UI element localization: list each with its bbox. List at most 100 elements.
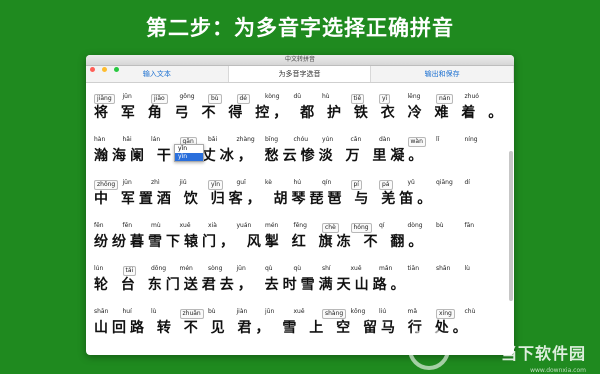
watermark-brand: 当下软件园 xyxy=(500,344,586,363)
window-title: 中文转拼音 xyxy=(284,56,315,63)
pinyin-row: zhōng jūn zhì jiǔ yǐn guī kè hú qín pí pá yǔ qiāng dí xyxy=(94,179,494,190)
pinyin-label: zhì xyxy=(151,179,160,186)
pinyin-row: shān huí lù zhuǎn bù jiàn jūn xuě shàng kōng liú mǎ… xyxy=(94,308,494,319)
pinyin-label: zhàng xyxy=(236,136,255,143)
minimize-window-button[interactable] xyxy=(102,67,108,72)
pinyin-label: mǎn xyxy=(379,265,393,272)
pinyin-label: bù xyxy=(436,222,444,229)
pinyin-label: mén xyxy=(179,265,193,272)
pinyin-select[interactable]: bù xyxy=(208,94,222,104)
pinyin-label: dū xyxy=(293,93,302,100)
pinyin-label: fēn xyxy=(122,222,133,229)
pinyin-label: xuě xyxy=(179,222,191,229)
pinyin-select[interactable]: chè xyxy=(322,223,339,233)
pinyin-label: bǎi xyxy=(208,136,218,143)
pinyin-select[interactable]: dé xyxy=(236,94,250,104)
pinyin-select[interactable]: shàng xyxy=(322,309,347,319)
page-headline: 第二步：为多音字选择正确拼音 xyxy=(146,16,454,40)
pinyin-label: lěng xyxy=(407,93,421,100)
pinyin-label: kòng xyxy=(265,93,280,100)
pinyin-option-popup[interactable]: yǐn yìn xyxy=(174,144,204,162)
pinyin-label: dòng xyxy=(407,222,423,229)
pinyin-label: kōng xyxy=(350,308,366,315)
pinyin-label: xuě xyxy=(293,308,305,315)
pinyin-label: fēng xyxy=(293,222,307,229)
pinyin-select[interactable]: zhōng xyxy=(94,180,119,190)
hanzi-row: 将 军 角 弓 不 得 控， 都 护 铁 衣 冷 难 着 。 xyxy=(94,105,507,121)
pinyin-label: jiàn xyxy=(236,308,248,315)
pinyin-label: chù xyxy=(464,308,476,315)
pinyin-label: chóu xyxy=(293,136,309,143)
pinyin-label: liú xyxy=(379,308,387,315)
pinyin-select[interactable]: jiǎo xyxy=(151,94,168,104)
pinyin-label: lù xyxy=(151,308,157,315)
pinyin-select[interactable]: hóng xyxy=(350,223,372,233)
pinyin-select[interactable]: pí xyxy=(350,180,362,190)
tab-output-save[interactable]: 输出和保存 xyxy=(371,66,514,82)
scrollbar[interactable] xyxy=(509,151,513,301)
pinyin-select[interactable]: yī xyxy=(379,94,391,104)
pinyin-select[interactable]: wàn xyxy=(407,137,426,147)
pinyin-label: zhuó xyxy=(464,93,479,100)
pinyin-label: tiān xyxy=(407,265,420,272)
hanzi-row: 轮 台 东门送君去， 去时雪满天山路。 xyxy=(94,277,409,293)
pinyin-select[interactable]: xíng xyxy=(436,309,455,319)
pinyin-label: xià xyxy=(208,222,217,229)
pinyin-select[interactable]: zhuǎn xyxy=(179,309,204,319)
pinyin-label: bù xyxy=(208,308,216,315)
tab-choose-pinyin[interactable]: 为多音字选音 xyxy=(228,66,372,82)
pinyin-label: qù xyxy=(293,265,302,272)
poem-line: fēn fēn mù xuě xià yuán mén fēng chè hóng qí dòng bù… xyxy=(94,222,494,251)
pinyin-editor: jiāng jūn jiǎo gōng bù dé kòng dū hù tiě yī lěng nán… xyxy=(86,83,514,355)
pinyin-label: xuě xyxy=(350,265,362,272)
pinyin-label: jūn xyxy=(122,93,132,100)
pinyin-label: kè xyxy=(265,179,272,186)
pinyin-label: jiǔ xyxy=(179,179,187,186)
pinyin-label: bīng xyxy=(265,136,279,143)
pinyin-label: shān xyxy=(94,308,109,315)
pinyin-select[interactable]: yǐn xyxy=(208,180,224,190)
pinyin-option-selected[interactable]: yìn xyxy=(175,153,203,161)
pinyin-label: lán xyxy=(151,136,161,143)
pinyin-label: qín xyxy=(322,179,332,186)
pinyin-label: yuán xyxy=(236,222,252,229)
pinyin-label: fān xyxy=(464,222,475,229)
pinyin-label: fēn xyxy=(94,222,104,229)
pinyin-row: jiāng jūn jiǎo gōng bù dé kòng dū hù tiě yī lěng nán… xyxy=(94,93,494,104)
pinyin-label: hù xyxy=(322,93,330,100)
poem-line: jiāng jūn jiǎo gōng bù dé kòng dū hù tiě yī lěng nán… xyxy=(94,93,507,122)
hanzi-row: 中 军置酒 饮 归客， 胡琴琵琶 与 羌笛。 xyxy=(94,191,436,207)
pinyin-select[interactable]: tái xyxy=(122,266,137,276)
watermark-url: www.downxia.com xyxy=(530,367,586,374)
pinyin-label: shān xyxy=(436,265,451,272)
pinyin-label: jūn xyxy=(236,265,246,272)
pinyin-label: lǐ xyxy=(436,136,440,143)
pinyin-label: cǎn xyxy=(350,136,362,143)
pinyin-row: lún tái dōng mén sòng jūn qù qù shí xuě mǎn tiān shā… xyxy=(94,265,494,276)
poem-line: lún tái dōng mén sòng jūn qù qù shí xuě mǎn tiān shā… xyxy=(94,265,494,294)
close-window-button[interactable] xyxy=(90,67,95,72)
hanzi-row: 瀚海阑 干 百丈冰， 愁云惨淡 万 里凝。 xyxy=(94,148,427,164)
pinyin-label: yún xyxy=(322,136,334,143)
pinyin-label: hú xyxy=(293,179,302,186)
pinyin-label: sòng xyxy=(208,265,223,272)
pinyin-label: dōng xyxy=(151,265,167,272)
pinyin-row: fēn fēn mù xuě xià yuán mén fēng chè hóng qí dòng bù… xyxy=(94,222,494,233)
watermark-logo-icon xyxy=(408,328,450,370)
pinyin-select[interactable]: nán xyxy=(436,94,454,104)
pinyin-label: mǎ xyxy=(407,308,418,315)
pinyin-select[interactable]: jiāng xyxy=(94,94,115,104)
zoom-window-button[interactable] xyxy=(114,67,120,72)
pinyin-label: lù xyxy=(464,265,470,272)
pinyin-label: níng xyxy=(464,136,478,143)
pinyin-select[interactable]: pá xyxy=(379,180,393,190)
pinyin-label: shí xyxy=(322,265,331,272)
poem-line: hàn hǎi lán gān bǎi zhàng bīng chóu yún cǎn dàn wàn… xyxy=(94,136,494,165)
pinyin-label: hàn xyxy=(94,136,106,143)
pinyin-select[interactable]: tiě xyxy=(350,94,365,104)
pinyin-option[interactable]: yǐn xyxy=(175,145,203,153)
window-titlebar: 中文转拼音 xyxy=(86,55,514,72)
hanzi-row: 纷纷暮雪下辕门， 风掣 红 旗冻 不 翻。 xyxy=(94,234,427,250)
pinyin-label: lún xyxy=(94,265,104,272)
pinyin-label: hǎi xyxy=(122,136,132,143)
